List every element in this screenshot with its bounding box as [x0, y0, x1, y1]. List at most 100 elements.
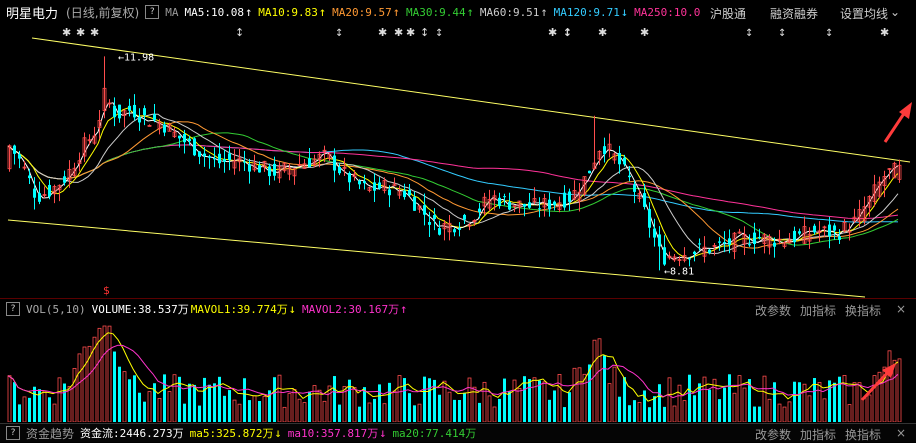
volume-bar-163	[822, 398, 827, 422]
volume-add-indicator-button[interactable]: 加指标	[800, 302, 836, 319]
volume-bar-7	[42, 390, 47, 422]
volume-bar-55	[282, 406, 287, 422]
margin-trading-button[interactable]: 融资融券	[770, 5, 818, 22]
volume-bar-130	[658, 384, 661, 422]
candle-body-70	[358, 180, 361, 185]
volume-bar-78	[397, 375, 402, 422]
candle-body-27	[143, 108, 146, 116]
ma-item-0-arrow-icon: ↑	[245, 5, 253, 19]
volume-switch-indicator-button[interactable]: 换指标	[845, 302, 881, 319]
info-marker-icon: ↕	[825, 28, 833, 39]
candle-body-103	[523, 204, 526, 207]
volume-bar-109	[553, 390, 556, 422]
volume-bar-121	[612, 366, 617, 422]
candle-body-149	[753, 232, 756, 245]
volume-bar-131	[663, 406, 666, 422]
volume-bar-49	[252, 395, 257, 422]
volume-bar-143	[723, 387, 726, 422]
volume-bar-88	[447, 391, 452, 422]
capital-switch-indicator-button[interactable]: 换指标	[845, 426, 881, 443]
capital-add-indicator-button[interactable]: 加指标	[800, 426, 836, 443]
capital-help-icon[interactable]: ?	[6, 426, 20, 440]
volume-bar-71	[363, 387, 366, 422]
volume-bar-176	[887, 350, 892, 422]
candle-body-83	[423, 205, 426, 215]
volume-bar-140	[708, 389, 711, 422]
candle-body-81	[413, 196, 416, 211]
volume-bar-135	[682, 400, 687, 422]
info-marker-icon: ↕	[745, 28, 753, 39]
ma-item-5: MA120:9.71	[553, 6, 620, 19]
volume-bar-25	[133, 375, 136, 422]
volume-bar-96	[487, 395, 492, 422]
capital-trend-tab[interactable]: 资金趋势	[26, 425, 74, 442]
candle-body-24	[128, 105, 131, 111]
help-icon[interactable]: ?	[145, 5, 160, 19]
candle-body-164	[828, 224, 831, 237]
volume-bar-3	[22, 396, 27, 422]
volume-bar-60	[308, 391, 311, 422]
volume-bar-46	[237, 403, 242, 422]
volume-bar-77	[392, 390, 397, 422]
candle-body-111	[563, 192, 566, 208]
candle-body-52	[268, 166, 271, 177]
period-label[interactable]: (日线,前复权)	[66, 4, 139, 21]
volume-bar-100	[508, 391, 511, 422]
volume-bar-50	[258, 401, 261, 422]
volume-bar-41	[213, 383, 216, 422]
candle-body-8	[48, 184, 51, 197]
event-marker-icon: ✱	[378, 26, 387, 39]
event-marker-icon: ↕	[420, 26, 429, 39]
event-marker-icon: ↕	[235, 26, 244, 39]
candle-body-66	[338, 166, 341, 174]
volume-bar-169	[852, 382, 857, 422]
candle-body-84	[428, 222, 431, 225]
candle-body-68	[348, 173, 351, 183]
volume-bar-149	[753, 406, 756, 422]
volume-bar-28	[147, 391, 152, 422]
volume-bar-144	[728, 374, 731, 422]
event-marker-icon: ✱	[548, 26, 557, 39]
candle-body-48	[248, 164, 251, 172]
volume-help-icon[interactable]: ?	[6, 302, 20, 316]
ma-item-5-arrow-icon: ↓	[620, 5, 629, 19]
mavol1-value: MAVOL1:39.774万	[190, 303, 288, 316]
candle-body-37	[193, 138, 196, 156]
volume-close-icon[interactable]: ×	[896, 302, 906, 316]
volume-bar-151	[762, 375, 767, 422]
candle-body-26	[138, 116, 141, 123]
volume-bar-31	[163, 374, 166, 422]
chevron-down-icon[interactable]: ⌄	[890, 5, 900, 19]
volume-bar-4	[28, 397, 31, 422]
candle-body-90	[458, 228, 461, 230]
volume-bar-40	[208, 384, 211, 422]
candle-body-104	[528, 202, 531, 208]
candle-body-150	[758, 236, 761, 239]
volume-bar-97	[492, 406, 497, 422]
ma-settings-button[interactable]: 设置均线	[840, 5, 888, 22]
volume-bar-62	[317, 389, 322, 422]
volume-bar-65	[333, 376, 336, 422]
volume-bar-63	[322, 400, 327, 422]
candle-body-130	[658, 234, 661, 247]
candle-body-85	[433, 215, 436, 219]
volume-bar-64	[327, 385, 332, 422]
volume-bar-111	[563, 407, 566, 422]
candle-body-34	[178, 135, 181, 139]
candle-body-86	[438, 228, 441, 235]
volume-bar-44	[228, 390, 231, 422]
candle-body-80	[408, 189, 411, 196]
volume-bar-123	[623, 377, 626, 422]
stock-name[interactable]: 明星电力	[6, 3, 58, 22]
volume-edit-params-button[interactable]: 改参数	[755, 302, 791, 319]
volume-chart[interactable]	[0, 318, 916, 422]
info-marker-icon: ↕	[335, 28, 343, 39]
price-chart[interactable]: ←11.98←8.81✱ ✱ ✱ ↕ ✱ ✱ ✱ ↕ ✱ ↕ ✱ ✱ ✱↕ ↕ ↕ ↕ ↕ ↕$	[0, 22, 916, 298]
hk-connect-button[interactable]: 沪股通	[710, 5, 746, 22]
candle-body-91	[463, 214, 466, 220]
event-marker-icon: ✱	[90, 26, 99, 39]
capital-edit-params-button[interactable]: 改参数	[755, 426, 791, 443]
volume-bar-27	[143, 401, 146, 422]
event-marker-icon: ✱	[406, 26, 415, 39]
capital-close-icon[interactable]: ×	[896, 426, 906, 440]
